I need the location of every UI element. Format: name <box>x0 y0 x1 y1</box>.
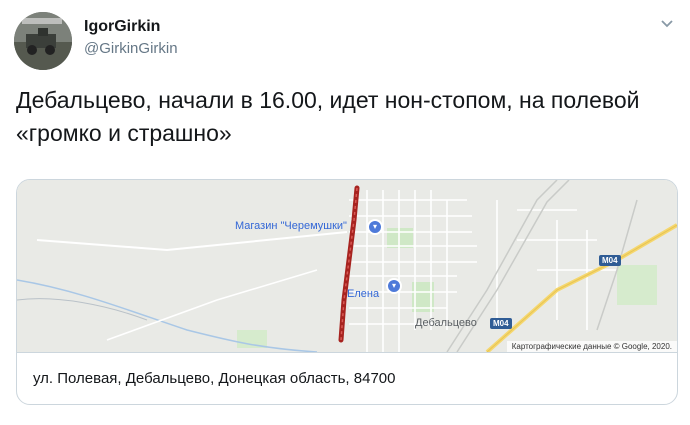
map-attribution[interactable]: Картографические данные © Google, 2020. <box>506 341 677 352</box>
map-label-elena: Елена <box>347 288 380 300</box>
author-display-name[interactable]: IgorGirkin <box>84 17 178 37</box>
chevron-down-icon <box>661 20 673 28</box>
map-canvas <box>17 180 677 352</box>
author-handle[interactable]: @GirkinGirkin <box>84 39 178 59</box>
location-card[interactable]: Магазин "Черемушки" ▾ Елена ▾ Дебальцево… <box>16 179 678 405</box>
author-info[interactable]: IgorGirkin @GirkinGirkin <box>84 17 178 59</box>
tweet-text: Дебальцево, начали в 16.00, идет нон-сто… <box>16 87 653 146</box>
road-shield-m04: M04 <box>490 318 512 329</box>
map-label-shop: Магазин "Черемушки" <box>235 220 347 232</box>
location-address: ул. Полевая, Дебальцево, Донецкая област… <box>33 370 396 387</box>
tweet-menu-button[interactable] <box>658 14 676 32</box>
shopping-pin-icon-2[interactable]: ▾ <box>386 278 402 294</box>
road-shield-m04-2: M04 <box>599 255 621 266</box>
card-footer[interactable]: ул. Полевая, Дебальцево, Донецкая област… <box>17 352 677 404</box>
map-preview[interactable]: Магазин "Черемушки" ▾ Елена ▾ Дебальцево… <box>17 180 677 352</box>
avatar[interactable] <box>14 12 72 70</box>
shopping-pin-icon[interactable]: ▾ <box>367 219 383 235</box>
map-label-city: Дебальцево <box>415 317 477 329</box>
